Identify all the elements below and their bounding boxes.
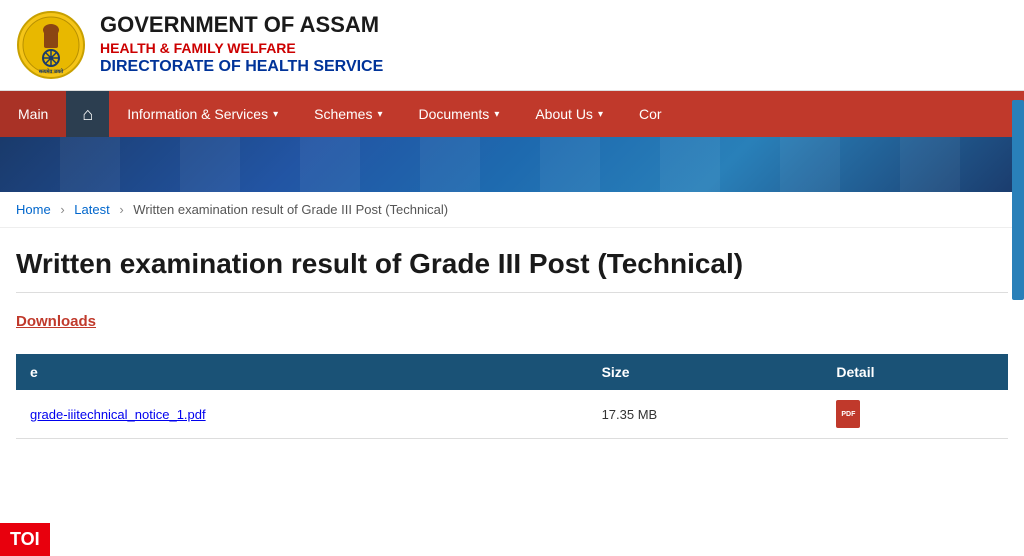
nav-label-schemes: Schemes	[314, 106, 372, 122]
directorate-title: DIRECTORATE OF HEALTH SERVICE	[100, 57, 383, 78]
chevron-down-icon-about: ▾	[598, 109, 603, 120]
downloads-table: e Size Detail grade-iiitechnical_notice_…	[16, 354, 1008, 439]
breadcrumb: Home › Latest › Written examination resu…	[0, 192, 1024, 228]
breadcrumb-current: Written examination result of Grade III …	[133, 202, 448, 217]
header-text-block: GOVERNMENT OF ASSAM HEALTH & FAMILY WELF…	[100, 12, 383, 77]
nav-item-info[interactable]: Information & Services ▾	[109, 91, 296, 137]
nav-item-schemes[interactable]: Schemes ▾	[296, 91, 400, 137]
toi-badge: TOI	[0, 523, 50, 556]
nav-label-contact: Cor	[639, 106, 662, 122]
chevron-down-icon-documents: ▾	[494, 109, 499, 120]
main-content: Written examination result of Grade III …	[0, 228, 1024, 459]
pdf-icon[interactable]	[836, 400, 860, 428]
main-navbar: Main ⌂ Information & Services ▾ Schemes …	[0, 91, 1024, 137]
gov-emblem: सत्यमेव जयते	[16, 10, 86, 80]
file-link[interactable]: grade-iiitechnical_notice_1.pdf	[30, 407, 206, 422]
nav-label-main: Main	[18, 106, 48, 122]
col-header-size: Size	[588, 354, 823, 390]
gov-title: GOVERNMENT OF ASSAM	[100, 12, 383, 38]
home-icon: ⌂	[82, 104, 93, 125]
breadcrumb-sep-2: ›	[119, 202, 123, 217]
chevron-down-icon-info: ▾	[273, 109, 278, 120]
nav-item-home[interactable]: ⌂	[66, 91, 109, 137]
chevron-down-icon-schemes: ▾	[377, 109, 382, 120]
page-title: Written examination result of Grade III …	[16, 248, 1008, 293]
breadcrumb-latest[interactable]: Latest	[74, 202, 109, 217]
col-header-name: e	[16, 354, 588, 390]
nav-item-main[interactable]: Main	[0, 91, 66, 137]
downloads-link[interactable]: Downloads	[16, 313, 96, 330]
nav-label-about: About Us	[535, 106, 593, 122]
col-header-detail: Detail	[822, 354, 1008, 390]
breadcrumb-home[interactable]: Home	[16, 202, 51, 217]
nav-label-documents: Documents	[419, 106, 490, 122]
table-row: grade-iiitechnical_notice_1.pdf 17.35 MB	[16, 390, 1008, 439]
file-size-cell: 17.35 MB	[588, 390, 823, 439]
nav-label-info: Information & Services	[127, 106, 268, 122]
file-detail-cell[interactable]	[822, 390, 1008, 439]
breadcrumb-sep-1: ›	[60, 202, 64, 217]
file-name-cell[interactable]: grade-iiitechnical_notice_1.pdf	[16, 390, 588, 439]
scroll-indicator[interactable]	[1012, 100, 1024, 300]
table-header-row: e Size Detail	[16, 354, 1008, 390]
site-header: सत्यमेव जयते GOVERNMENT OF ASSAM HEALTH …	[0, 0, 1024, 91]
hero-banner	[0, 137, 1024, 192]
svg-text:सत्यमेव जयते: सत्यमेव जयते	[38, 68, 64, 75]
nav-item-about[interactable]: About Us ▾	[517, 91, 621, 137]
nav-item-contact[interactable]: Cor	[621, 91, 680, 137]
health-subtitle: HEALTH & FAMILY WELFARE	[100, 39, 383, 57]
nav-item-documents[interactable]: Documents ▾	[401, 91, 518, 137]
